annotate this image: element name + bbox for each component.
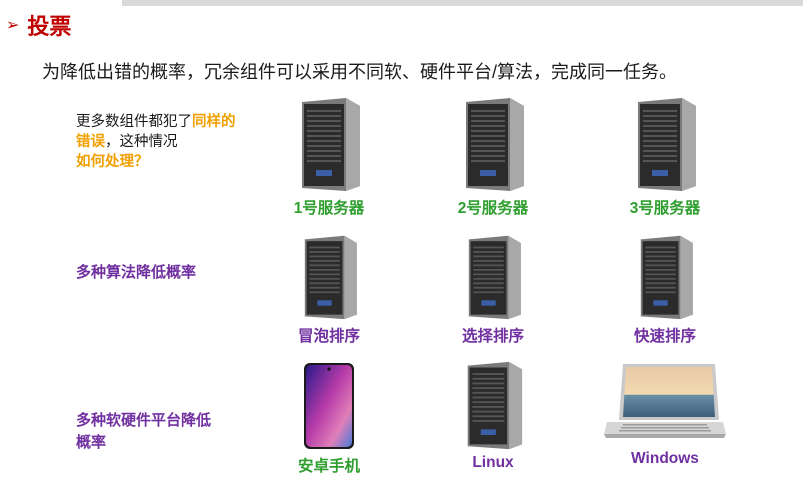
android-phone-label: 安卓手机 <box>297 458 360 475</box>
selection-sort-card: 选择排序 <box>428 234 558 346</box>
smartphone-icon <box>304 363 354 449</box>
linux-label: Linux <box>472 454 514 471</box>
question-part2: ，这种情况 <box>105 134 178 150</box>
server-1-label: 1号服务器 <box>293 200 365 217</box>
arrow-bullet-icon: ➢ <box>6 17 20 34</box>
server-3-card: 3号服务器 <box>600 96 730 218</box>
header-divider-bar <box>122 0 803 6</box>
server-2-label: 2号服务器 <box>457 200 529 217</box>
server-tower-icon <box>640 235 693 320</box>
row-label-algorithms: 多种算法降低概率 <box>76 264 197 281</box>
server-3-label: 3号服务器 <box>629 200 701 217</box>
windows-label: Windows <box>631 450 699 467</box>
question-highlight2: 如何处理？ <box>76 154 149 170</box>
server-1-card: 1号服务器 <box>264 96 394 218</box>
slide-title-row: ➢ 投票 <box>6 10 71 40</box>
server-tower-icon <box>466 98 524 191</box>
bubble-sort-label: 冒泡排序 <box>297 328 360 345</box>
bubble-sort-card: 冒泡排序 <box>264 234 394 346</box>
row-label-platforms-line1: 多种软硬件平台降低 <box>76 412 212 429</box>
server-tower-icon <box>468 235 521 320</box>
quick-sort-label: 快速排序 <box>633 328 696 345</box>
linux-server-card: Linux <box>428 360 558 472</box>
slide-title: 投票 <box>27 14 72 39</box>
server-tower-icon <box>302 98 360 191</box>
question-text: 更多数组件都犯了同样的错误，这种情况 如何处理？ <box>76 112 246 172</box>
android-phone-card: 安卓手机 <box>264 362 394 476</box>
quick-sort-card: 快速排序 <box>600 234 730 346</box>
question-part1: 更多数组件都犯了 <box>76 114 192 130</box>
server-tower-icon <box>467 361 523 450</box>
row-label-platforms: 多种软硬件平台降低 概率 <box>76 410 246 454</box>
laptop-icon <box>604 364 726 438</box>
server-2-card: 2号服务器 <box>428 96 558 218</box>
selection-sort-label: 选择排序 <box>461 328 524 345</box>
windows-laptop-card: Windows <box>600 362 730 468</box>
row-label-platforms-line2: 概率 <box>76 434 107 451</box>
slide-subtitle: 为降低出错的概率，冗余组件可以采用不同软、硬件平台/算法，完成同一任务。 <box>42 62 677 82</box>
server-tower-icon <box>638 98 696 191</box>
server-tower-icon <box>304 235 357 320</box>
